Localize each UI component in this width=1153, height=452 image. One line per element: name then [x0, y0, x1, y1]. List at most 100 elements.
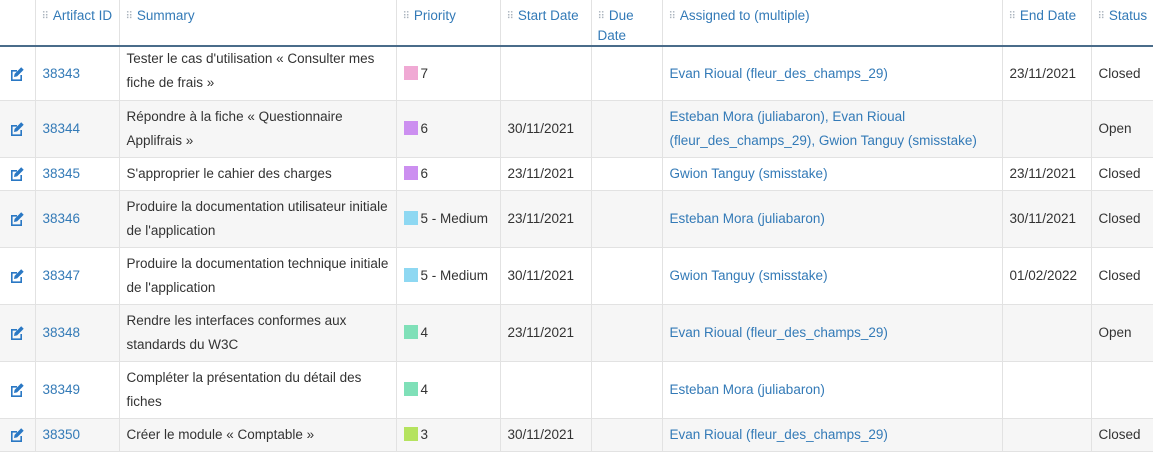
priority-swatch — [403, 382, 418, 396]
priority-swatch — [403, 65, 418, 80]
header-label: Status — [1108, 8, 1148, 23]
table-row: 38343 Tester le cas d'utilisation « Cons… — [0, 46, 1153, 101]
due-date-cell — [591, 361, 663, 419]
priority-cell: 5 - Medium — [396, 190, 501, 248]
edit-icon[interactable] — [9, 427, 25, 443]
assigned-to-link[interactable]: Esteban Mora (juliabaron), Evan Rioual (… — [662, 100, 1003, 158]
summary-cell: Produire la documentation technique init… — [119, 247, 397, 305]
due-date-cell — [591, 157, 663, 191]
priority-value: 7 — [420, 65, 429, 81]
priority-value: 4 — [420, 382, 429, 397]
assigned-to-link[interactable]: Evan Rioual (fleur_des_champs_29) — [662, 46, 1003, 101]
assigned-to-link[interactable]: Esteban Mora (juliabaron) — [662, 361, 1003, 419]
end-date-cell — [1002, 361, 1092, 419]
edit-cell — [0, 46, 36, 101]
edit-icon[interactable] — [9, 325, 25, 341]
status-cell — [1091, 361, 1153, 419]
drag-handle-icon[interactable]: ⠿ — [598, 11, 605, 22]
start-date-cell: 23/11/2021 — [500, 304, 592, 362]
status-cell: Open — [1091, 100, 1153, 158]
edit-icon[interactable] — [9, 211, 25, 227]
table-row: 38344 Répondre à la fiche « Questionnair… — [0, 100, 1153, 158]
edit-cell — [0, 157, 36, 191]
due-date-cell — [591, 247, 663, 305]
assigned-to-link[interactable]: Gwion Tanguy (smisstake) — [662, 247, 1003, 305]
assigned-to-link[interactable]: Evan Rioual (fleur_des_champs_29) — [662, 304, 1003, 362]
priority-value: 3 — [420, 427, 429, 442]
priority-cell: 7 — [396, 46, 501, 101]
priority-value: 4 — [420, 325, 429, 340]
priority-value: 6 — [420, 166, 429, 181]
priority-cell: 4 — [396, 361, 501, 419]
drag-handle-icon[interactable]: ⠿ — [1009, 11, 1016, 22]
edit-icon[interactable] — [9, 166, 25, 182]
artifact-id-link[interactable]: 38350 — [35, 418, 120, 452]
artifact-id-link[interactable]: 38343 — [35, 46, 120, 101]
artifact-id-link[interactable]: 38344 — [35, 100, 120, 158]
assigned-to-link[interactable]: Evan Rioual (fleur_des_champs_29) — [662, 418, 1003, 452]
drag-handle-icon[interactable]: ⠿ — [669, 11, 676, 22]
edit-cell — [0, 100, 36, 158]
artifacts-table: ⠿ Artifact ID ⠿ Summary ⠿ Priority ⠿ Start D… — [0, 0, 1153, 452]
end-date-cell: 30/11/2021 — [1002, 190, 1092, 248]
end-date-cell — [1002, 100, 1092, 158]
table-row: 38345 S'approprier le cahier des charges… — [0, 157, 1153, 191]
drag-handle-icon[interactable]: ⠿ — [1098, 11, 1105, 22]
priority-swatch — [403, 268, 418, 282]
start-date-cell — [500, 361, 592, 419]
header-summary[interactable]: ⠿ Summary — [119, 0, 397, 47]
header-end-date[interactable]: ⠿ End Date — [1002, 0, 1092, 47]
artifact-id-link[interactable]: 38347 — [35, 247, 120, 305]
edit-icon[interactable] — [9, 121, 25, 137]
status-cell: Closed — [1091, 418, 1153, 452]
status-cell: Open — [1091, 304, 1153, 362]
start-date-cell: 23/11/2021 — [500, 190, 592, 248]
header-artifact-id[interactable]: ⠿ Artifact ID — [35, 0, 120, 47]
drag-handle-icon[interactable]: ⠿ — [507, 11, 514, 22]
start-date-cell: 30/11/2021 — [500, 247, 592, 305]
status-cell: Closed — [1091, 247, 1153, 305]
edit-icon[interactable] — [9, 382, 25, 398]
priority-swatch — [403, 427, 418, 441]
artifact-id-link[interactable]: 38349 — [35, 361, 120, 419]
header-start-date[interactable]: ⠿ Start Date — [500, 0, 592, 47]
priority-value: 6 — [420, 121, 429, 136]
edit-cell — [0, 190, 36, 248]
start-date-cell — [500, 46, 592, 101]
assigned-to-link[interactable]: Gwion Tanguy (smisstake) — [662, 157, 1003, 191]
priority-swatch — [403, 325, 418, 339]
summary-cell: Compléter la présentation du détail des … — [119, 361, 397, 419]
drag-handle-icon[interactable]: ⠿ — [126, 11, 133, 22]
priority-cell: 5 - Medium — [396, 247, 501, 305]
artifact-id-link[interactable]: 38348 — [35, 304, 120, 362]
header-priority[interactable]: ⠿ Priority — [396, 0, 501, 47]
edit-cell — [0, 304, 36, 362]
artifact-id-link[interactable]: 38345 — [35, 157, 120, 191]
end-date-cell — [1002, 418, 1092, 452]
table-row: 38348 Rendre les interfaces conformes au… — [0, 304, 1153, 362]
drag-handle-icon[interactable]: ⠿ — [403, 11, 410, 22]
header-label: End Date — [1019, 8, 1077, 23]
priority-swatch — [403, 121, 418, 135]
edit-icon[interactable] — [9, 268, 25, 284]
header-edit — [0, 0, 36, 47]
drag-handle-icon[interactable]: ⠿ — [42, 11, 49, 22]
header-status[interactable]: ⠿ Status — [1091, 0, 1153, 47]
table-row: 38346 Produire la documentation utilisat… — [0, 190, 1153, 248]
edit-icon[interactable] — [9, 66, 25, 82]
due-date-cell — [591, 418, 663, 452]
summary-cell: Créer le module « Comptable » — [119, 418, 397, 452]
header-label: Assigned to (multiple) — [679, 8, 810, 23]
status-cell: Closed — [1091, 190, 1153, 248]
due-date-cell — [591, 190, 663, 248]
artifact-id-link[interactable]: 38346 — [35, 190, 120, 248]
table-row: 38347 Produire la documentation techniqu… — [0, 247, 1153, 305]
end-date-cell: 01/02/2022 — [1002, 247, 1092, 305]
header-due-date[interactable]: ⠿ Due Date — [591, 0, 663, 47]
priority-cell: 6 — [396, 100, 501, 158]
priority-swatch — [403, 211, 418, 225]
assigned-to-link[interactable]: Esteban Mora (juliabaron) — [662, 190, 1003, 248]
end-date-cell: 23/11/2021 — [1002, 157, 1092, 191]
header-assigned-to[interactable]: ⠿ Assigned to (multiple) — [662, 0, 1003, 47]
priority-cell: 3 — [396, 418, 501, 452]
